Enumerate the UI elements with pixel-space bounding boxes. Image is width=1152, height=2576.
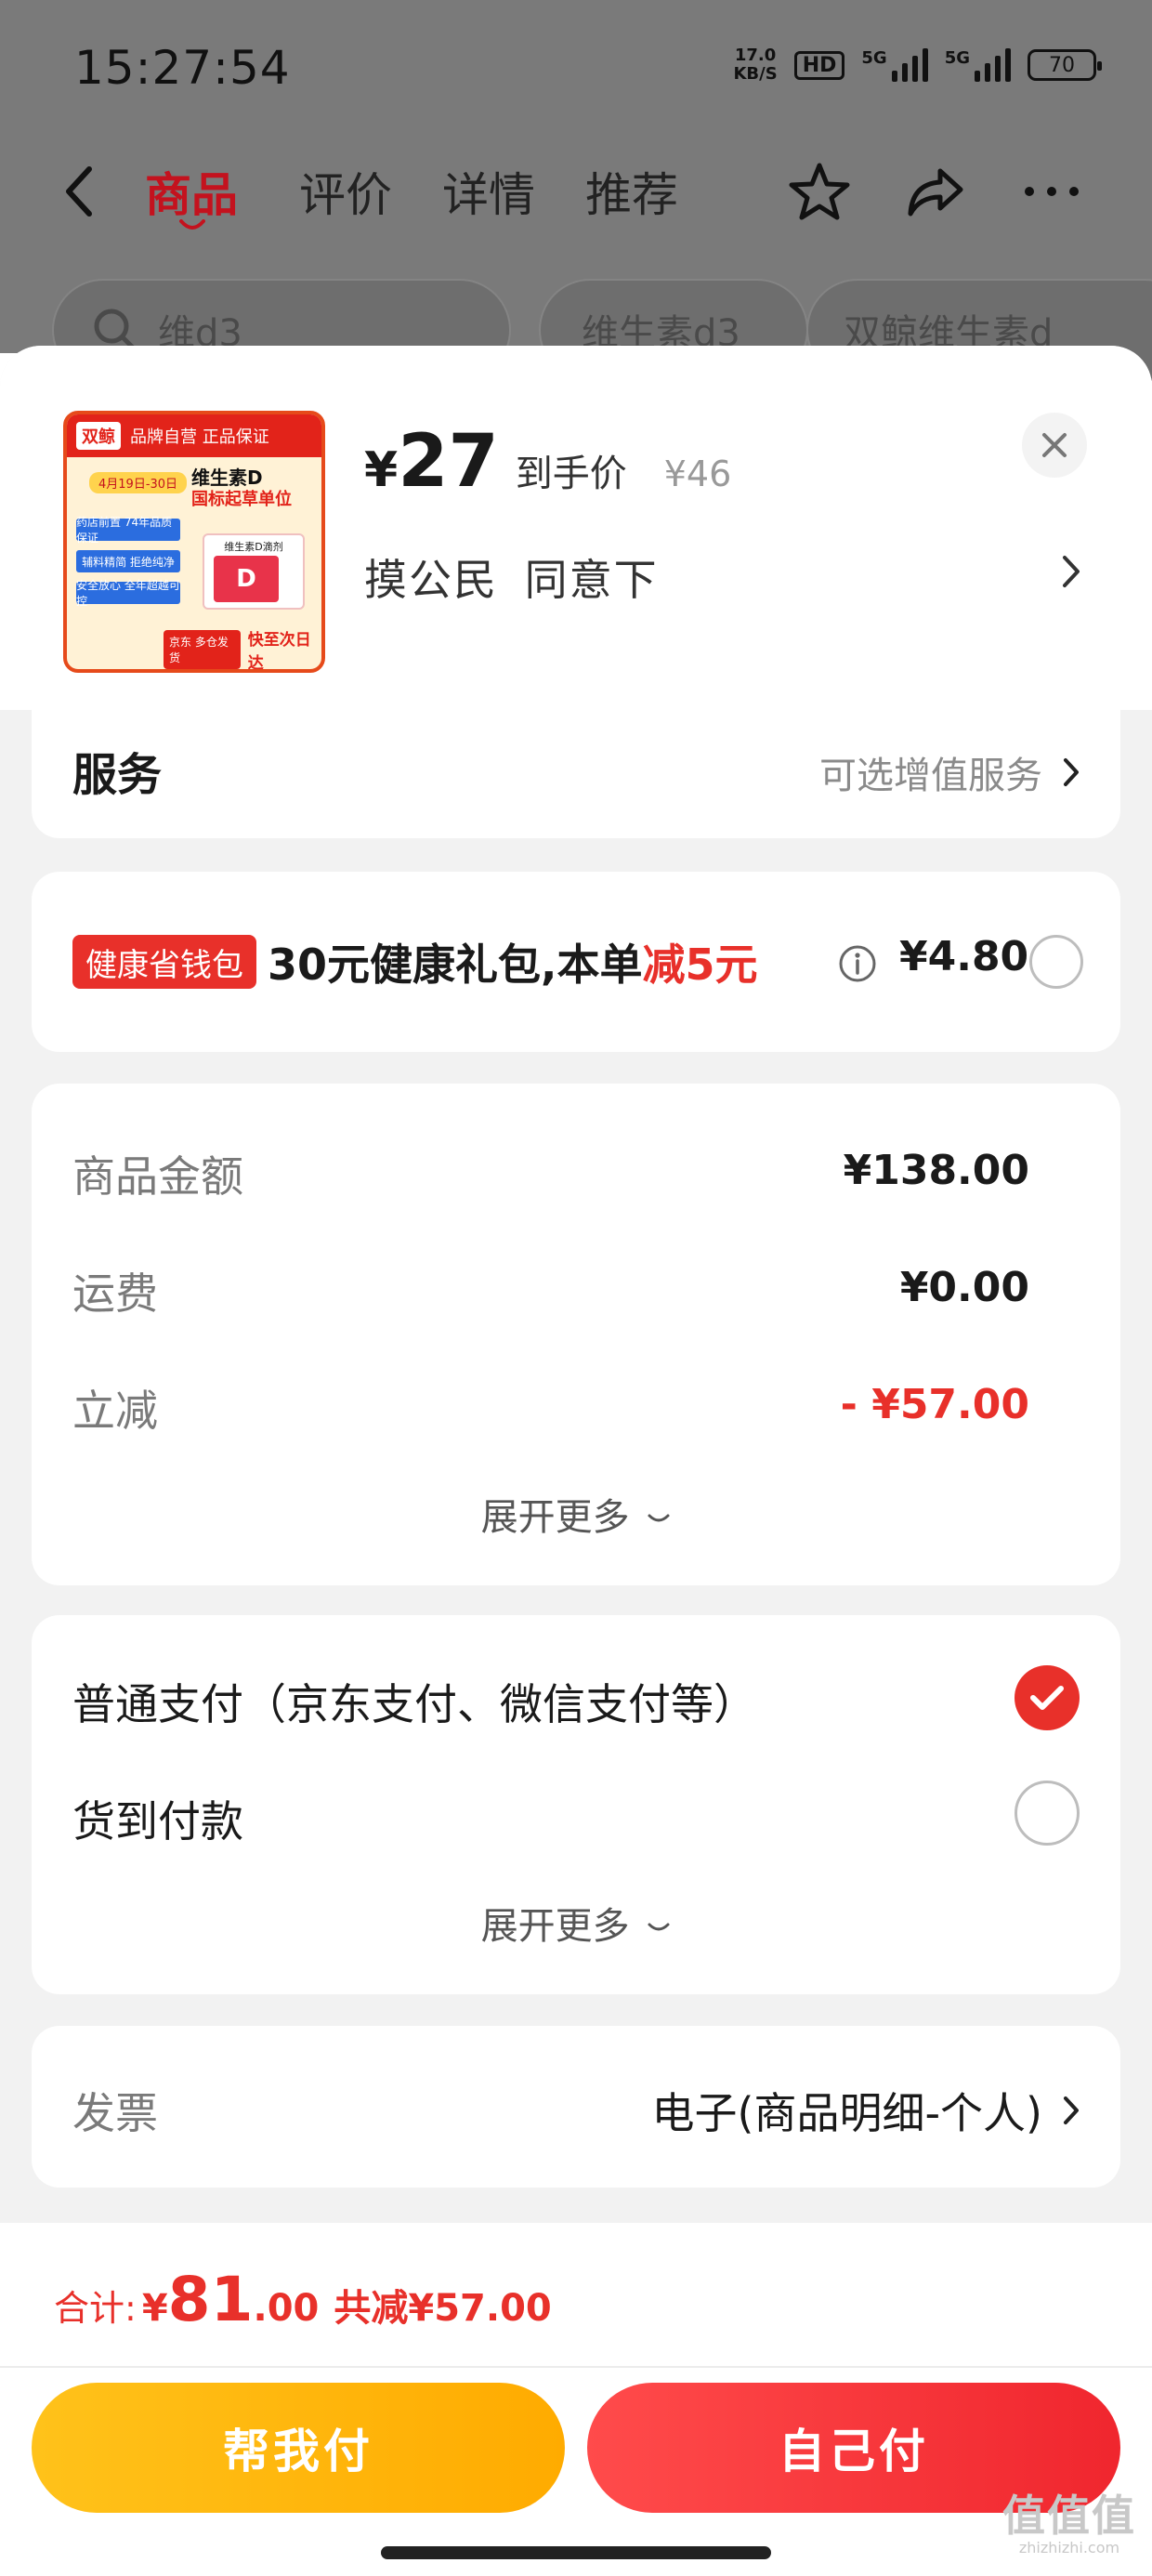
final-price: 27	[398, 420, 499, 504]
tab-product[interactable]: 商品	[145, 158, 238, 225]
payment-option-cod[interactable]: 货到付款	[72, 1788, 243, 1849]
chevron-right-icon	[1064, 2096, 1079, 2124]
price-symbol: ¥	[364, 442, 399, 498]
product-image[interactable]: 双鲸 品牌自营 正品保证 4月19日-30日 维生素D 国标起草单位 药店前置 …	[63, 411, 325, 673]
subtotal-label: 商品金额	[72, 1151, 243, 1202]
total-amount: 81	[167, 2264, 254, 2335]
signal-icon-2: 5G	[945, 48, 1011, 82]
total-symbol: ¥	[141, 2287, 168, 2330]
subtotal-value: ¥138.00	[843, 1147, 1029, 1194]
signal-icon: 5G	[861, 48, 928, 82]
amount-breakdown: 商品金额 ¥138.00 运费 ¥0.00 立减 - ¥57.00 展开更多	[32, 1084, 1120, 1585]
chevron-down-icon	[648, 1514, 670, 1522]
more-icon[interactable]	[1018, 158, 1085, 225]
product-summary: 双鲸 品牌自营 正品保证 4月19日-30日 维生素D 国标起草单位 药店前置 …	[0, 346, 1152, 710]
divider	[0, 2366, 1152, 2368]
original-price: ¥46	[663, 453, 732, 494]
payment-option-online-radio[interactable]	[1015, 1665, 1080, 1730]
selected-spec[interactable]: 摸公民 同意下	[364, 546, 659, 608]
status-time: 15:27:54	[74, 41, 291, 95]
payment-methods: 普通支付（京东支付、微信支付等） 货到付款 展开更多	[32, 1615, 1120, 1994]
total-label: 合计:	[54, 2288, 137, 2329]
network-speed: 17.0 KB/S	[733, 46, 778, 84]
help-pay-button[interactable]: 帮我付	[32, 2383, 565, 2513]
background-page: 15:27:54 17.0 KB/S HD 5G 5G 70 商品 评价 详情 …	[0, 0, 1152, 381]
value-added-services-link[interactable]: 可选增值服务	[819, 745, 1080, 799]
health-savings-badge: 健康省钱包	[72, 935, 256, 989]
service-section[interactable]: 服务 可选增值服务	[32, 710, 1120, 838]
info-icon[interactable]	[838, 944, 877, 983]
price-row: ¥ 27 到手价 ¥46	[364, 420, 731, 504]
final-price-label: 到手价	[515, 453, 627, 495]
active-tab-indicator	[179, 219, 205, 230]
share-icon[interactable]	[901, 158, 968, 225]
hd-icon: HD	[793, 50, 845, 80]
product-nav-bar: 商品 评价 详情 推荐	[0, 139, 1152, 242]
health-savings-checkbox[interactable]	[1029, 935, 1083, 989]
close-button[interactable]	[1022, 413, 1087, 478]
shipping-label: 运费	[72, 1268, 158, 1319]
checkout-footer: 合计: ¥ 81 .00 共减¥57.00 帮我付 自己付 值值值 zhizhi…	[0, 2223, 1152, 2576]
order-total: 合计: ¥ 81 .00 共减¥57.00	[54, 2264, 552, 2335]
invoice-label: 发票	[72, 2088, 158, 2138]
status-indicators: 17.0 KB/S HD 5G 5G 70	[733, 46, 1102, 84]
watermark: 值值值 zhizhizhi.com	[1002, 2491, 1136, 2556]
tab-recommend[interactable]: 推荐	[585, 158, 678, 225]
shipping-value: ¥0.00	[899, 1264, 1029, 1311]
chevron-right-icon[interactable]	[1057, 548, 1085, 595]
checkmark-icon	[1030, 1686, 1064, 1710]
discount-value: - ¥57.00	[840, 1381, 1029, 1428]
health-savings-card: 健康省钱包 30元健康礼包,本单减5元 ¥4.80	[32, 872, 1120, 1052]
total-discount: 共减¥57.00	[334, 2287, 552, 2330]
tab-details[interactable]: 详情	[442, 158, 535, 225]
star-icon[interactable]	[786, 158, 853, 225]
service-title: 服务	[72, 749, 163, 801]
health-savings-price: ¥4.80	[899, 933, 1029, 980]
expand-payment-button[interactable]: 展开更多	[32, 1896, 1120, 1950]
status-bar: 15:27:54 17.0 KB/S HD 5G 5G 70	[0, 0, 1152, 139]
back-icon[interactable]	[58, 164, 104, 219]
chevron-down-icon	[648, 1923, 670, 1931]
chevron-right-icon	[1064, 758, 1079, 786]
invoice-section[interactable]: 发票 电子(商品明细-个人)	[32, 2026, 1120, 2188]
health-savings-text: 30元健康礼包,本单减5元	[268, 940, 758, 990]
payment-option-online[interactable]: 普通支付（京东支付、微信支付等）	[72, 1671, 756, 1732]
discount-label: 立减	[72, 1386, 158, 1436]
close-icon	[1042, 433, 1067, 457]
tab-reviews[interactable]: 评价	[299, 158, 392, 225]
payment-option-cod-radio[interactable]	[1015, 1781, 1080, 1846]
total-decimal: .00	[253, 2287, 320, 2330]
home-indicator[interactable]	[381, 2546, 771, 2559]
expand-amounts-button[interactable]: 展开更多	[32, 1487, 1120, 1541]
battery-icon: 70	[1028, 49, 1102, 81]
invoice-value[interactable]: 电子(商品明细-个人)	[652, 2080, 1080, 2141]
